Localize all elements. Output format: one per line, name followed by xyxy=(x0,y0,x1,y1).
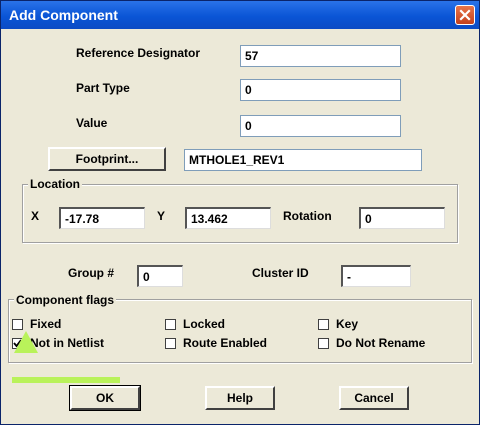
close-button[interactable] xyxy=(455,5,475,25)
group-number-input[interactable]: 0 xyxy=(137,265,183,287)
footprint-button[interactable]: Footprint... xyxy=(48,147,166,171)
highlight-underline-annotation xyxy=(12,377,120,383)
component-flags-legend: Component flags xyxy=(14,293,116,307)
cluster-id-input[interactable]: - xyxy=(341,265,411,287)
reference-designator-label: Reference Designator xyxy=(76,46,201,60)
key-checkbox-box[interactable] xyxy=(318,319,329,330)
x-input[interactable]: -17.78 xyxy=(59,207,145,229)
fixed-checkbox-box[interactable] xyxy=(12,319,23,330)
ok-button-label: OK xyxy=(96,391,114,405)
do-not-rename-checkbox-box[interactable] xyxy=(318,338,329,349)
help-button-label: Help xyxy=(226,391,253,405)
cancel-button-label: Cancel xyxy=(354,391,394,405)
value-label: Value xyxy=(76,116,108,130)
group-number-label: Group # xyxy=(68,266,115,280)
reference-designator-input[interactable]: 57 xyxy=(240,45,401,67)
y-input[interactable]: 13.462 xyxy=(185,207,271,229)
part-type-input[interactable]: 0 xyxy=(240,79,401,101)
rotation-input[interactable]: 0 xyxy=(359,207,445,229)
window-title: Add Component xyxy=(9,7,118,23)
route-enabled-checkbox-box[interactable] xyxy=(165,338,176,349)
x-label: X xyxy=(31,209,40,223)
key-checkbox-label: Key xyxy=(336,317,359,331)
ok-button[interactable]: OK xyxy=(69,385,141,411)
not-in-netlist-checkbox-label: Not in Netlist xyxy=(30,336,104,350)
route-enabled-checkbox-label: Route Enabled xyxy=(183,336,268,350)
title-bar[interactable]: Add Component xyxy=(1,1,479,29)
highlight-arrow-annotation xyxy=(14,331,38,353)
do-not-rename-checkbox-label: Do Not Rename xyxy=(336,336,426,350)
footprint-button-label: Footprint... xyxy=(75,152,139,166)
add-component-dialog: Add Component Reference Designator 57 Pa… xyxy=(0,0,480,425)
footprint-input[interactable]: MTHOLE1_REV1 xyxy=(184,149,422,171)
y-label: Y xyxy=(157,209,166,223)
cluster-id-label: Cluster ID xyxy=(252,266,309,280)
cancel-button[interactable]: Cancel xyxy=(339,386,409,410)
locked-checkbox-label: Locked xyxy=(183,317,226,331)
locked-checkbox-box[interactable] xyxy=(165,319,176,330)
part-type-label: Part Type xyxy=(76,81,130,95)
close-icon xyxy=(459,9,471,21)
location-legend: Location xyxy=(28,177,82,191)
rotation-label: Rotation xyxy=(283,209,332,223)
fixed-checkbox-label: Fixed xyxy=(30,317,62,331)
value-input[interactable]: 0 xyxy=(240,115,401,137)
help-button[interactable]: Help xyxy=(205,386,275,410)
dialog-body: Reference Designator 57 Part Type 0 Valu… xyxy=(4,29,476,421)
component-flags-group xyxy=(8,299,472,363)
